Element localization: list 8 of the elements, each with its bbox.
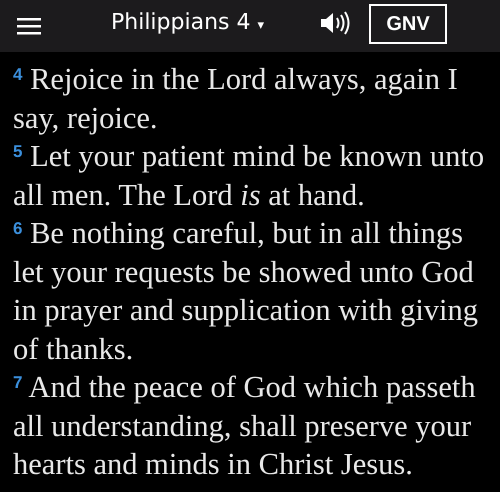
version-button[interactable]: GNV [369, 4, 447, 44]
chapter-selector[interactable]: Philippians 4 ▾ [111, 10, 264, 34]
verse-paragraph: $^{4}$ Rejoice in the Lord always, again I say, rejoice. [13, 61, 459, 137]
menu-icon[interactable] [17, 17, 41, 35]
speaker-icon[interactable] [319, 10, 351, 36]
verse-paragraph: $^{5}$ Let your patient mind be known unto all men. The Lord is at hand. [13, 138, 486, 214]
verse-paragraph: $^{7}$ And the peace of God which passeth all understanding, shall preserve your hearts and minds in Christ Jesus. [13, 369, 477, 483]
verse-paragraph: $^{6}$ Be nothing careful, but in all things let your requests be showed unto God in prayer and supplication with giving of thanks. [13, 215, 480, 368]
